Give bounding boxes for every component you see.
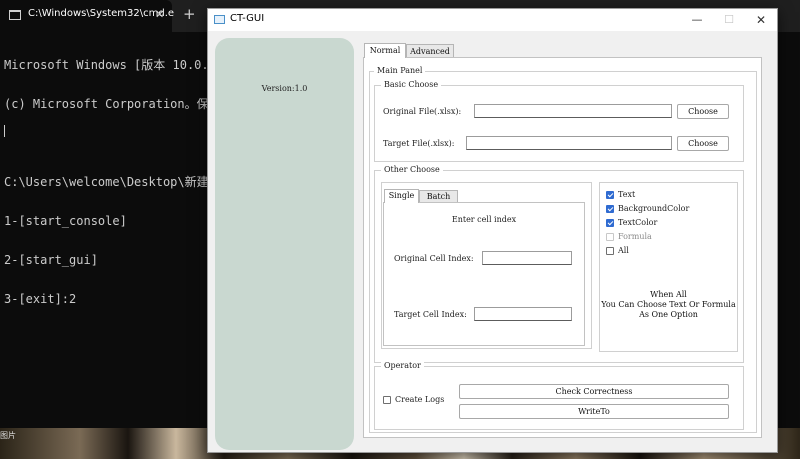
window-title: CT-GUI — [230, 13, 265, 24]
checkbox[interactable] — [606, 247, 614, 255]
basic-choose-title: Basic Choose — [381, 80, 442, 90]
minimize-button[interactable]: — — [681, 9, 713, 31]
original-file-input[interactable] — [474, 104, 672, 118]
terminal-line: 2-[start_gui] — [4, 253, 98, 267]
operator-title: Operator — [381, 361, 424, 371]
close-icon[interactable]: ✕ — [155, 8, 164, 21]
new-tab-button[interactable]: + — [183, 5, 196, 23]
terminal-line: (c) Microsoft Corporation。保留 — [4, 97, 221, 111]
terminal-line: C:\Users\welcome\Desktop\新建文 — [4, 175, 221, 189]
mode-box: Single Batch Enter cell index Original C… — [381, 182, 592, 349]
hint-line: When All — [650, 290, 687, 299]
target-cell-input[interactable] — [474, 307, 572, 321]
option-label: Text — [618, 190, 636, 199]
main-panel-title: Main Panel — [374, 66, 426, 76]
basic-choose-group: Basic Choose Original File(.xlsx): Choos… — [374, 80, 744, 162]
options-hint: When All You Can Choose Text Or Formula … — [600, 290, 737, 320]
original-cell-label: Original Cell Index: — [394, 254, 474, 263]
wallpaper-label: 图片 — [0, 431, 16, 440]
maximize-button[interactable]: ☐ — [713, 9, 745, 31]
checkbox[interactable] — [606, 219, 614, 227]
ct-gui-window: CT-GUI — ☐ ✕ Version:1.0 Normal Advanced… — [207, 8, 778, 453]
target-cell-label: Target Cell Index: — [394, 310, 467, 319]
checkbox[interactable] — [383, 396, 391, 404]
target-file-input[interactable] — [466, 136, 672, 150]
checkbox[interactable] — [606, 191, 614, 199]
close-button[interactable]: ✕ — [745, 9, 777, 31]
normal-tab-panel: Main Panel Basic Choose Original File(.x… — [363, 57, 762, 438]
terminal-line: 3-[exit]:2 — [4, 292, 77, 306]
app-icon — [214, 15, 225, 24]
terminal-tab-title: C:\Windows\System32\cmd.e — [28, 8, 175, 19]
target-file-label: Target File(.xlsx): — [383, 139, 455, 148]
terminal-tab[interactable]: C:\Windows\System32\cmd.e ✕ — [0, 0, 175, 32]
version-label: Version:1.0 — [261, 84, 308, 93]
option-label: Formula — [618, 232, 652, 241]
terminal-icon — [9, 10, 21, 20]
hint-line: As One Option — [639, 310, 698, 319]
terminal-cursor — [4, 125, 5, 137]
title-bar[interactable]: CT-GUI — ☐ ✕ — [208, 9, 777, 31]
checkbox[interactable] — [606, 233, 614, 241]
other-choose-title: Other Choose — [381, 165, 443, 175]
original-file-label: Original File(.xlsx): — [383, 107, 462, 116]
other-choose-group: Other Choose Single Batch Enter cell ind… — [374, 165, 744, 363]
operator-group: Operator Create Logs Check Correctness W… — [374, 361, 744, 430]
option-label: TextColor — [618, 218, 658, 227]
create-logs-label: Create Logs — [395, 395, 445, 404]
enter-cell-label: Enter cell index — [451, 215, 517, 224]
terminal-output[interactable]: Microsoft Windows [版本 10.0.22 (c) Micros… — [4, 33, 223, 332]
target-choose-button[interactable]: Choose — [677, 136, 729, 151]
original-cell-input[interactable] — [482, 251, 572, 265]
write-to-button[interactable]: WriteTo — [459, 404, 729, 419]
check-correctness-button[interactable]: Check Correctness — [459, 384, 729, 399]
version-panel: Version:1.0 — [215, 38, 354, 450]
options-box: Text BackgroundColor TextColor Formula A… — [599, 182, 738, 352]
terminal-line: Microsoft Windows [版本 10.0.22 — [4, 58, 224, 72]
terminal-line: 1-[start_console] — [4, 214, 127, 228]
tab-normal[interactable]: Normal — [364, 43, 406, 58]
main-panel-group: Main Panel Basic Choose Original File(.x… — [369, 66, 757, 433]
single-tab-panel: Enter cell index Original Cell Index: Ta… — [383, 202, 585, 346]
option-label: BackgroundColor — [618, 204, 690, 213]
checkbox[interactable] — [606, 205, 614, 213]
tab-advanced[interactable]: Advanced — [406, 44, 454, 58]
tab-single[interactable]: Single — [384, 189, 419, 203]
original-choose-button[interactable]: Choose — [677, 104, 729, 119]
hint-line: You Can Choose Text Or Formula — [601, 300, 736, 309]
option-label: All — [618, 246, 629, 255]
